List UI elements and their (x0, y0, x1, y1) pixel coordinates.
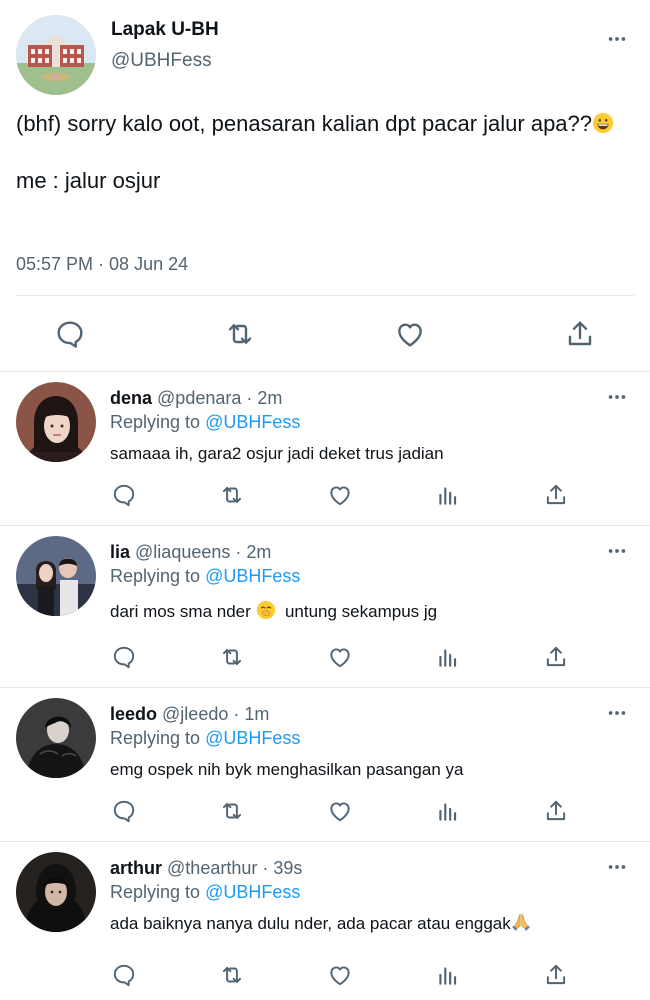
more-icon[interactable] (606, 702, 628, 724)
more-icon[interactable] (606, 28, 628, 50)
tweet-text: (bhf) sorry kalo oot, penasaran kalian d… (16, 106, 626, 198)
avatar[interactable] (16, 852, 96, 932)
replying-to: Replying to @UBHFess (110, 564, 300, 588)
building-avatar-icon (16, 15, 96, 95)
reply-header: lia @liaqueens · 2m (110, 540, 271, 564)
reply-meta[interactable]: @liaqueens · 2m (135, 542, 271, 562)
more-icon[interactable] (606, 540, 628, 562)
replying-mention[interactable]: @UBHFess (205, 728, 300, 748)
reply-icon[interactable] (54, 318, 86, 350)
share-icon[interactable] (543, 482, 569, 508)
heart-icon[interactable] (327, 482, 353, 508)
grinning-face-emoji-icon (592, 112, 614, 134)
heart-icon[interactable] (327, 644, 353, 670)
reply-name[interactable]: leedo (110, 704, 157, 724)
reply-meta[interactable]: @jleedo · 1m (162, 704, 269, 724)
reply-tweet[interactable]: dena @pdenara · 2m Replying to @UBHFess … (0, 372, 650, 526)
divider (16, 295, 634, 296)
folded-hands-emoji-icon (512, 914, 530, 931)
author-name[interactable]: Lapak U-BH (111, 19, 219, 41)
user-avatar-icon (16, 852, 96, 932)
retweet-icon[interactable] (224, 318, 256, 350)
more-icon[interactable] (606, 386, 628, 408)
user-avatar-icon (16, 698, 96, 778)
heart-icon[interactable] (394, 318, 426, 350)
reply-text: samaaa ih, gara2 osjur jadi deket trus j… (110, 444, 444, 463)
reply-meta[interactable]: @thearthur · 39s (167, 858, 302, 878)
avatar[interactable] (16, 698, 96, 778)
replying-mention[interactable]: @UBHFess (205, 566, 300, 586)
reply-tweet[interactable]: lia @liaqueens · 2m Replying to @UBHFess… (0, 526, 650, 688)
avatar[interactable] (16, 536, 96, 616)
reply-text-part: untung sekampus jg (275, 602, 438, 621)
main-tweet: Lapak U-BH @UBHFess (bhf) sorry kalo oot… (0, 0, 650, 372)
user-avatar-icon (16, 536, 96, 616)
hand-over-mouth-emoji-icon (256, 600, 275, 620)
replying-mention[interactable]: @UBHFess (205, 882, 300, 902)
reply-tweet[interactable]: arthur @thearthur · 39s Replying to @UBH… (0, 842, 650, 996)
replying-mention[interactable]: @UBHFess (205, 412, 300, 432)
retweet-icon[interactable] (219, 798, 245, 824)
reply-meta[interactable]: @pdenara · 2m (157, 388, 282, 408)
retweet-icon[interactable] (219, 482, 245, 508)
share-icon[interactable] (543, 644, 569, 670)
replying-label: Replying to (110, 412, 201, 432)
reply-text-part: dari mos sma nder (110, 602, 256, 621)
share-icon[interactable] (543, 962, 569, 988)
reply-text-part: ada baiknya nanya dulu nder, ada pacar a… (110, 914, 511, 933)
views-icon[interactable] (435, 482, 461, 508)
more-icon[interactable] (606, 856, 628, 878)
heart-icon[interactable] (327, 798, 353, 824)
replying-label: Replying to (110, 882, 201, 902)
retweet-icon[interactable] (219, 644, 245, 670)
reply-text: ada baiknya nanya dulu nder, ada pacar a… (110, 912, 531, 936)
author-handle[interactable]: @UBHFess (111, 50, 212, 72)
replying-to: Replying to @UBHFess (110, 726, 300, 750)
avatar[interactable] (16, 382, 96, 462)
replying-label: Replying to (110, 728, 201, 748)
reply-name[interactable]: dena (110, 388, 152, 408)
views-icon[interactable] (435, 962, 461, 988)
replying-to: Replying to @UBHFess (110, 410, 300, 434)
avatar[interactable] (16, 15, 96, 95)
views-icon[interactable] (435, 644, 461, 670)
share-icon[interactable] (564, 318, 596, 350)
reply-icon[interactable] (111, 644, 137, 670)
reply-icon[interactable] (111, 798, 137, 824)
views-icon[interactable] (435, 798, 461, 824)
reply-text: dari mos sma nder untung sekampus jg (110, 600, 437, 624)
replying-label: Replying to (110, 566, 201, 586)
tweet-text-line: (bhf) sorry kalo oot, penasaran kalian d… (16, 106, 626, 141)
replying-to: Replying to @UBHFess (110, 880, 300, 904)
reply-name[interactable]: lia (110, 542, 130, 562)
tweet-text-line1: (bhf) sorry kalo oot, penasaran kalian d… (16, 111, 593, 136)
share-icon[interactable] (543, 798, 569, 824)
heart-icon[interactable] (327, 962, 353, 988)
reply-icon[interactable] (111, 482, 137, 508)
reply-icon[interactable] (111, 962, 137, 988)
timestamp[interactable]: 05:57 PM · 08 Jun 24 (16, 254, 188, 275)
user-avatar-icon (16, 382, 96, 462)
reply-header: leedo @jleedo · 1m (110, 702, 269, 726)
reply-name[interactable]: arthur (110, 858, 162, 878)
reply-tweet[interactable]: leedo @jleedo · 1m Replying to @UBHFess … (0, 688, 650, 842)
reply-header: arthur @thearthur · 39s (110, 856, 302, 880)
reply-text: emg ospek nih byk menghasilkan pasangan … (110, 760, 464, 779)
tweet-text-line2: me : jalur osjur (16, 168, 161, 193)
retweet-icon[interactable] (219, 962, 245, 988)
reply-header: dena @pdenara · 2m (110, 386, 282, 410)
